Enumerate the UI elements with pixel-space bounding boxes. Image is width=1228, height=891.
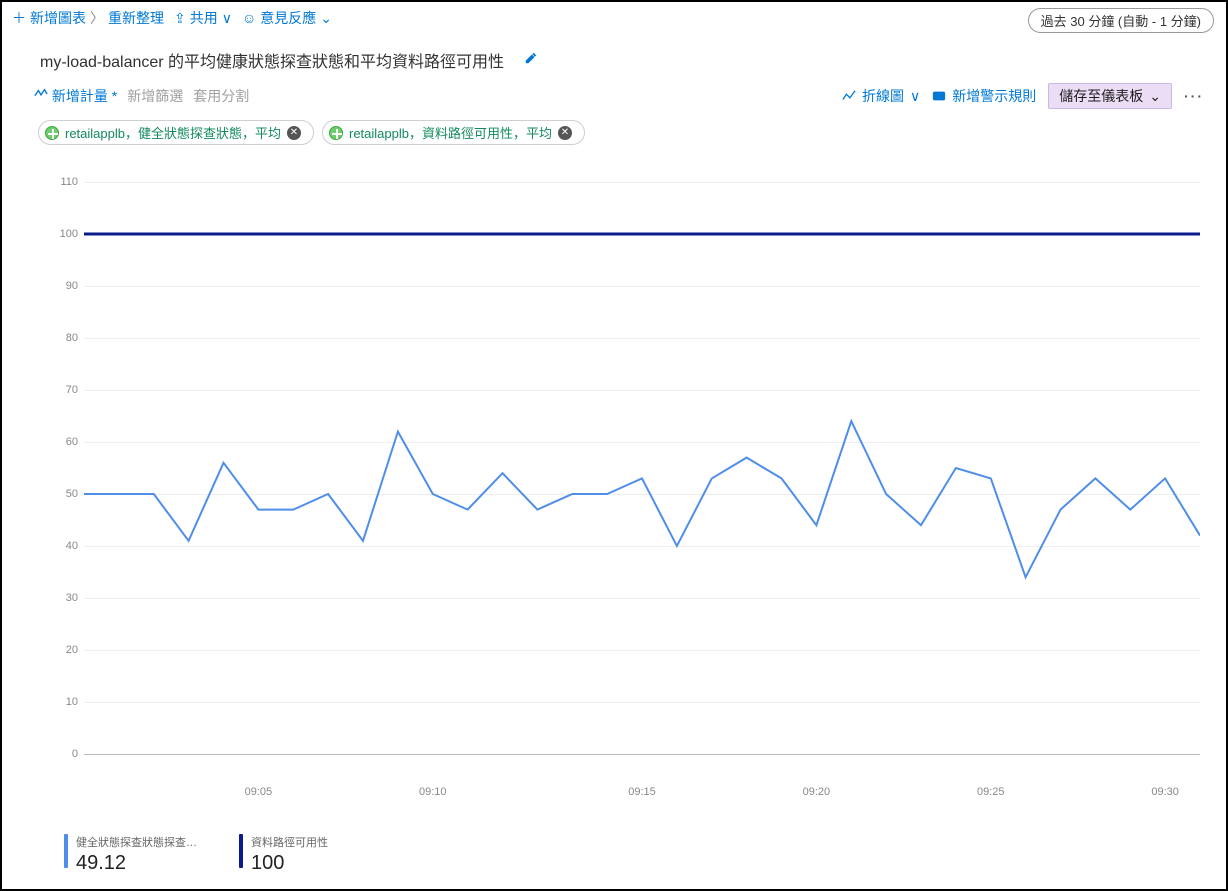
chevron-down-icon: ⌄ [320, 10, 332, 27]
chart-type-label: 折線圖 [862, 86, 904, 106]
remove-pill-icon[interactable]: ✕ [287, 126, 301, 140]
legend-item[interactable]: 資料路徑可用性 100 [239, 834, 328, 875]
y-axis-tick: 100 [38, 228, 78, 240]
add-chart-label: 新增圖表 [30, 8, 86, 28]
new-alert-label: 新增警示規則 [952, 86, 1036, 106]
legend-name: 健全狀態探查狀態探查… [76, 834, 197, 850]
save-dash-label: 儲存至儀表板 [1059, 86, 1143, 106]
save-to-dashboard-button[interactable]: 儲存至儀表板 ⌄ [1048, 83, 1172, 109]
x-axis-tick: 09:20 [803, 786, 831, 798]
y-axis-tick: 30 [38, 592, 78, 604]
x-axis-tick: 09:10 [419, 786, 447, 798]
chart-type-dropdown[interactable]: 折線圖 ∨ [842, 86, 920, 106]
y-axis-tick: 20 [38, 644, 78, 656]
add-chart-button[interactable]: ＋ 新增圖表 [12, 8, 86, 28]
chevron-down-icon: ∨ [910, 88, 920, 105]
legend-name: 資料路徑可用性 [251, 834, 328, 850]
add-metric-button[interactable]: 新增計量 * [34, 86, 117, 106]
chevron-down-icon: ⌄ [1149, 88, 1161, 105]
pencil-icon [524, 51, 538, 65]
add-filter-button[interactable]: 新增篩選 [127, 86, 183, 106]
y-axis-tick: 90 [38, 280, 78, 292]
feedback-button[interactable]: ☺ 意見反應 ⌄ [242, 8, 332, 28]
chart-title: my-load-balancer 的平均健康狀態探查狀態和平均資料路徑可用性 [40, 48, 504, 72]
remove-pill-icon[interactable]: ✕ [558, 126, 572, 140]
alert-icon [932, 89, 946, 103]
more-menu-button[interactable]: ··· [1184, 88, 1204, 104]
apply-split-label: 套用分割 [193, 88, 249, 104]
legend-value: 100 [251, 852, 328, 875]
legend-color-bar [64, 834, 68, 868]
metric-pill-label: retailapplb，健全狀態探查狀態，平均 [65, 123, 281, 142]
separator: 〉 [90, 8, 104, 28]
feedback-label: 意見反應 [260, 8, 316, 28]
metric-pill[interactable]: retailapplb，健全狀態探查狀態，平均 ✕ [38, 120, 314, 145]
time-range-picker[interactable]: 過去 30 分鐘 (自動 - 1 分鐘) [1028, 8, 1214, 33]
x-axis-tick: 09:05 [245, 786, 273, 798]
refresh-label: 重新整理 [108, 8, 164, 28]
metrics-chart[interactable]: 010203040506070809010011009:0509:1009:15… [38, 172, 1200, 780]
line-chart-icon [842, 89, 856, 103]
metric-pill-label: retailapplb，資料路徑可用性，平均 [349, 123, 552, 142]
y-axis-tick: 10 [38, 696, 78, 708]
y-axis-tick: 60 [38, 436, 78, 448]
refresh-button[interactable]: 重新整理 [108, 8, 164, 28]
legend-item[interactable]: 健全狀態探查狀態探查… 49.12 [64, 834, 197, 875]
x-axis-tick: 09:30 [1151, 786, 1179, 798]
legend-color-bar [239, 834, 243, 868]
y-axis-tick: 70 [38, 384, 78, 396]
series-line [84, 421, 1200, 577]
share-icon: ⇪ [174, 10, 186, 27]
chart-plot-area [84, 172, 1200, 780]
x-axis-tick: 09:15 [628, 786, 656, 798]
time-range-label: 過去 30 分鐘 (自動 - 1 分鐘) [1041, 14, 1201, 29]
metric-pill[interactable]: retailapplb，資料路徑可用性，平均 ✕ [322, 120, 585, 145]
new-alert-button[interactable]: 新增警示規則 [932, 86, 1036, 106]
legend-value: 49.12 [76, 852, 197, 875]
add-filter-label: 新增篩選 [127, 88, 183, 104]
metric-icon [45, 126, 59, 140]
y-axis-tick: 80 [38, 332, 78, 344]
metric-icon [34, 87, 48, 101]
smile-icon: ☺ [242, 10, 256, 26]
plus-icon: ＋ [12, 8, 26, 28]
y-axis-tick: 110 [38, 176, 78, 188]
chevron-down-icon: ∨ [222, 10, 232, 27]
metric-pill-row: retailapplb，健全狀態探查狀態，平均 ✕ retailapplb，資料… [2, 114, 1226, 149]
share-label: 共用 [190, 8, 218, 28]
y-axis-tick: 40 [38, 540, 78, 552]
add-metric-label: 新增計量 * [52, 88, 117, 104]
edit-title-button[interactable] [524, 51, 538, 70]
metric-icon [329, 126, 343, 140]
apply-split-button[interactable]: 套用分割 [193, 86, 249, 106]
share-button[interactable]: ⇪ 共用 ∨ [174, 8, 232, 28]
x-axis-tick: 09:25 [977, 786, 1005, 798]
y-axis-tick: 50 [38, 488, 78, 500]
y-axis-tick: 0 [38, 748, 78, 760]
